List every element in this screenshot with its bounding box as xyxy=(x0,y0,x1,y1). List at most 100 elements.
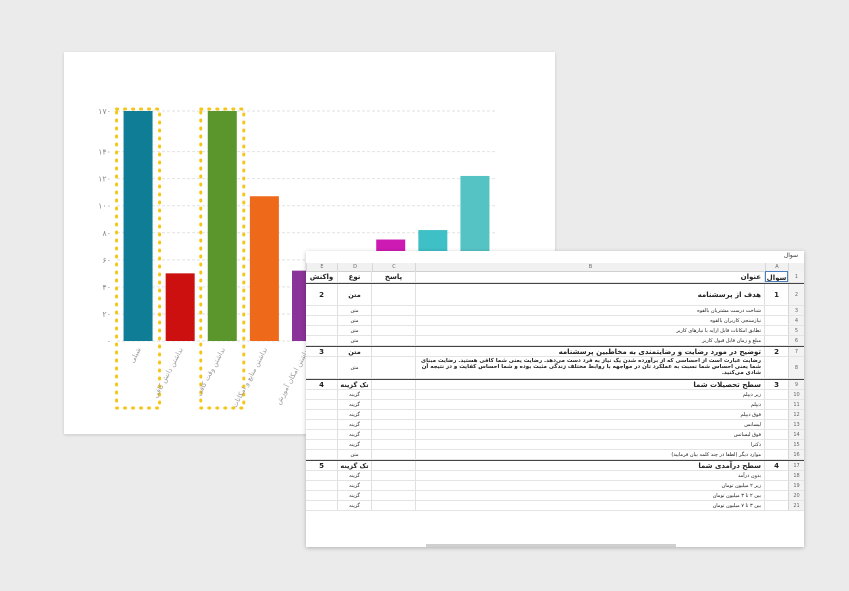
row-number[interactable]: 11 xyxy=(788,400,804,409)
reaction-cell[interactable] xyxy=(306,450,337,459)
answer-cell[interactable] xyxy=(372,306,415,315)
reaction-cell[interactable] xyxy=(306,420,337,429)
row-number[interactable]: 5 xyxy=(788,326,804,335)
row-number[interactable]: 2 xyxy=(788,284,804,305)
title-cell[interactable]: بدون درآمد xyxy=(415,471,765,480)
title-cell[interactable]: زیر دیپلم xyxy=(415,390,765,399)
header-cell[interactable]: نوع xyxy=(337,271,372,282)
row-number[interactable]: 17 xyxy=(788,461,804,470)
column-header[interactable] xyxy=(788,263,804,271)
question-number-cell[interactable]: 3 xyxy=(765,380,788,389)
title-cell[interactable]: دکترا xyxy=(415,440,765,449)
type-cell[interactable]: گزینه xyxy=(337,400,372,409)
type-cell[interactable]: متن xyxy=(337,357,372,378)
type-cell[interactable]: گزینه xyxy=(337,410,372,419)
reaction-cell[interactable] xyxy=(306,357,337,378)
type-cell[interactable]: تک گزینه xyxy=(337,380,372,389)
header-cell[interactable]: پاسخ xyxy=(372,271,415,282)
title-cell[interactable]: نیازسنجی کاربران بالقوه xyxy=(415,316,765,325)
column-header[interactable]: E xyxy=(306,263,337,271)
row-number[interactable]: 20 xyxy=(788,491,804,500)
question-number-cell[interactable] xyxy=(765,357,788,378)
type-cell[interactable]: گزینه xyxy=(337,430,372,439)
question-number-cell[interactable] xyxy=(765,336,788,345)
reaction-cell[interactable] xyxy=(306,410,337,419)
row-number[interactable]: 9 xyxy=(788,380,804,389)
question-number-cell[interactable] xyxy=(765,450,788,459)
answer-cell[interactable] xyxy=(372,357,415,378)
answer-cell[interactable] xyxy=(372,450,415,459)
row-number[interactable]: 7 xyxy=(788,347,804,356)
title-cell[interactable]: مبلغ و زمان قابل قبول کاربر xyxy=(415,336,765,345)
reaction-cell[interactable]: 5 xyxy=(306,461,337,470)
type-cell[interactable]: تک گزینه xyxy=(337,461,372,470)
reaction-cell[interactable]: 2 xyxy=(306,284,337,305)
answer-cell[interactable] xyxy=(372,347,415,356)
row-number[interactable]: 19 xyxy=(788,481,804,490)
type-cell[interactable]: گزینه xyxy=(337,471,372,480)
type-cell[interactable]: متن xyxy=(337,326,372,335)
title-cell[interactable]: سطح تحصیلات شما xyxy=(415,380,765,389)
answer-cell[interactable] xyxy=(372,481,415,490)
reaction-cell[interactable] xyxy=(306,316,337,325)
title-cell[interactable]: سطح درآمدی شما xyxy=(415,461,765,470)
question-number-cell[interactable]: 1 xyxy=(765,284,788,305)
row-number[interactable]: 3 xyxy=(788,306,804,315)
type-cell[interactable]: متن xyxy=(337,316,372,325)
header-cell[interactable]: سوال xyxy=(765,271,788,282)
title-cell[interactable]: لیسانس xyxy=(415,420,765,429)
question-number-cell[interactable] xyxy=(765,316,788,325)
type-cell[interactable]: متن xyxy=(337,347,372,356)
row-number[interactable]: 4 xyxy=(788,316,804,325)
question-number-cell[interactable] xyxy=(765,491,788,500)
question-number-cell[interactable]: 2 xyxy=(765,347,788,356)
horizontal-scrollbar[interactable] xyxy=(426,544,676,547)
reaction-cell[interactable]: 4 xyxy=(306,380,337,389)
reaction-cell[interactable] xyxy=(306,390,337,399)
answer-cell[interactable] xyxy=(372,316,415,325)
reaction-cell[interactable] xyxy=(306,400,337,409)
question-number-cell[interactable] xyxy=(765,471,788,480)
answer-cell[interactable] xyxy=(372,461,415,470)
answer-cell[interactable] xyxy=(372,471,415,480)
answer-cell[interactable] xyxy=(372,430,415,439)
reaction-cell[interactable] xyxy=(306,440,337,449)
column-header[interactable]: D xyxy=(337,263,372,271)
type-cell[interactable]: گزینه xyxy=(337,440,372,449)
row-number[interactable]: 21 xyxy=(788,501,804,510)
type-cell[interactable]: متن xyxy=(337,336,372,345)
question-number-cell[interactable] xyxy=(765,430,788,439)
question-number-cell[interactable] xyxy=(765,440,788,449)
question-number-cell[interactable] xyxy=(765,390,788,399)
row-number[interactable]: 14 xyxy=(788,430,804,439)
reaction-cell[interactable] xyxy=(306,336,337,345)
question-number-cell[interactable] xyxy=(765,501,788,510)
row-number[interactable]: 8 xyxy=(788,357,804,378)
type-cell[interactable]: گزینه xyxy=(337,390,372,399)
answer-cell[interactable] xyxy=(372,390,415,399)
type-cell[interactable]: گزینه xyxy=(337,501,372,510)
type-cell[interactable]: گزینه xyxy=(337,481,372,490)
row-number[interactable]: 6 xyxy=(788,336,804,345)
question-number-cell[interactable] xyxy=(765,400,788,409)
question-number-cell[interactable] xyxy=(765,410,788,419)
row-number[interactable]: 10 xyxy=(788,390,804,399)
title-cell[interactable]: موارد دیگر (لطفا در چند کلمه بیان فرمایی… xyxy=(415,450,765,459)
row-number[interactable]: 15 xyxy=(788,440,804,449)
question-number-cell[interactable] xyxy=(765,420,788,429)
type-cell[interactable]: متن xyxy=(337,284,372,305)
title-cell[interactable]: فوق دیپلم xyxy=(415,410,765,419)
title-cell[interactable]: رضایت عبارت است از احساسی که از برآورده … xyxy=(415,357,765,378)
row-number[interactable]: 16 xyxy=(788,450,804,459)
sheet-name[interactable]: سوال xyxy=(784,252,798,259)
title-cell[interactable]: فوق لیسانس xyxy=(415,430,765,439)
type-cell[interactable]: متن xyxy=(337,306,372,315)
answer-cell[interactable] xyxy=(372,410,415,419)
type-cell[interactable]: گزینه xyxy=(337,420,372,429)
answer-cell[interactable] xyxy=(372,380,415,389)
title-cell[interactable]: بین ۳ تا ۷ میلیون تومان xyxy=(415,501,765,510)
answer-cell[interactable] xyxy=(372,420,415,429)
reaction-cell[interactable] xyxy=(306,491,337,500)
title-cell[interactable]: زیر ۲ میلیون تومان xyxy=(415,481,765,490)
reaction-cell[interactable]: 3 xyxy=(306,347,337,356)
